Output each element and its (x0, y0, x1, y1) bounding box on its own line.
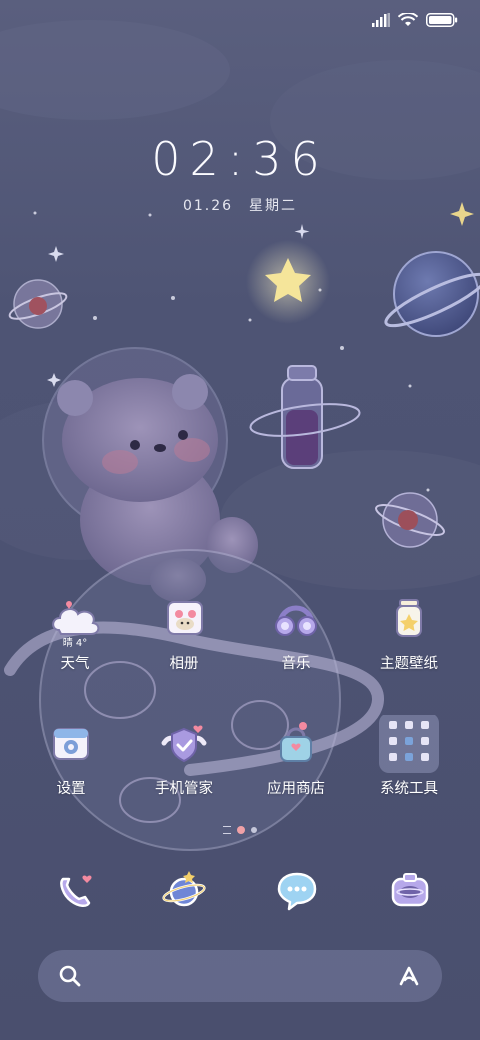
clock-time: 02:36 (151, 132, 329, 186)
page-indicator (0, 826, 480, 834)
app-weather[interactable]: 晴 4° 天气 (25, 590, 125, 673)
page-indicator-active (237, 826, 245, 834)
dock-camera[interactable] (380, 860, 440, 920)
dock-phone[interactable] (44, 860, 104, 920)
app-label: 手机管家 (155, 781, 213, 797)
weather-badge: 晴 4° (63, 636, 88, 649)
settings-icon (41, 715, 101, 775)
dock-messages[interactable] (267, 860, 327, 920)
chat-bubble-icon (277, 872, 317, 911)
wifi-icon (398, 13, 418, 26)
weekday-text: 星期二 (249, 198, 298, 214)
page-indicator-dot (251, 827, 257, 833)
app-store[interactable]: 应用商店 (246, 715, 346, 798)
phone-icon (60, 875, 92, 907)
assistant-icon[interactable] (396, 963, 422, 989)
app-security[interactable]: 手机管家 (134, 715, 234, 798)
app-label: 相册 (169, 656, 199, 672)
shield-icon (154, 715, 214, 775)
page-indicator-lines (223, 826, 231, 834)
app-themes[interactable]: 主题壁纸 (359, 590, 459, 673)
date-text: 01.26 (182, 198, 234, 214)
app-label: 设置 (56, 781, 86, 797)
headphones-icon (266, 590, 326, 650)
signal-icon (372, 13, 390, 27)
status-bar (372, 10, 458, 30)
app-label: 系统工具 (380, 781, 438, 797)
app-settings[interactable]: 设置 (21, 715, 121, 798)
app-music[interactable]: 音乐 (246, 590, 346, 673)
app-label: 音乐 (281, 656, 311, 672)
app-label: 主题壁纸 (380, 656, 438, 672)
camera-icon (391, 873, 429, 907)
shopping-bag-icon (266, 715, 326, 775)
search-bar[interactable] (38, 950, 442, 1002)
planet-icon (162, 871, 206, 907)
app-label: 天气 (60, 656, 90, 672)
jar-icon (379, 590, 439, 650)
app-label: 应用商店 (267, 781, 325, 797)
app-gallery[interactable]: 相册 (134, 590, 234, 673)
dock-browser[interactable] (154, 860, 214, 920)
app-folder-tools[interactable]: 系统工具 (359, 715, 459, 798)
battery-icon (426, 13, 458, 27)
weather-cloud-icon: 晴 4° (45, 590, 105, 650)
gallery-icon (154, 590, 214, 650)
folder-icon (379, 715, 439, 775)
search-icon (59, 965, 81, 987)
clock-date: 01.26 星期二 (0, 195, 480, 215)
